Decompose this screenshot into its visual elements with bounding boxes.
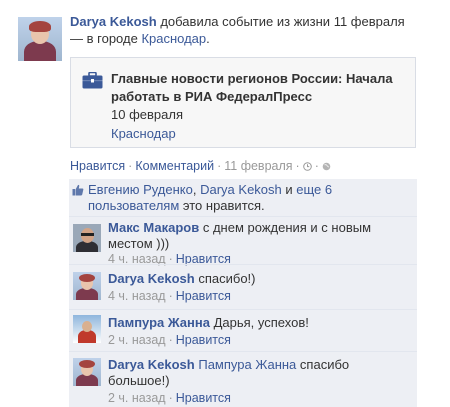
comment-like-link[interactable]: Нравится	[176, 289, 231, 303]
post-header: Darya Kekosh добавила событие из жизни 1…	[70, 14, 405, 46]
liker-link-2[interactable]: Darya Kekosh	[200, 182, 282, 197]
event-location-link[interactable]: Краснодар	[111, 125, 176, 143]
event-title[interactable]: Главные новости регионов России: Начала …	[111, 70, 411, 106]
author-link[interactable]: Darya Kekosh	[70, 14, 157, 29]
likes-text: Евгению Руденко, Darya Kekosh и еще 6 по…	[88, 182, 333, 213]
post-date: 11 февраля	[333, 14, 405, 29]
commenter-avatar[interactable]	[73, 224, 101, 252]
globe-icon[interactable]	[322, 162, 331, 171]
comment-author-link[interactable]: Пампура Жанна	[108, 315, 210, 330]
comment-meta: 2 ч. назад · Нравится	[108, 333, 231, 347]
life-event-card[interactable]: Главные новости регионов России: Начала …	[70, 57, 416, 148]
city-link[interactable]: Краснодар	[141, 31, 206, 46]
comment-like-link[interactable]: Нравится	[176, 333, 231, 347]
comment-author-link[interactable]: Darya Kekosh	[108, 271, 195, 286]
comment-item: Макс Макаров с днем рождения и с новым м…	[69, 216, 417, 266]
comment-text: Макс Макаров с днем рождения и с новым м…	[108, 220, 372, 251]
mention-link[interactable]: Пампура Жанна	[198, 357, 296, 372]
commenter-avatar[interactable]	[73, 315, 101, 343]
comment-item: Darya Kekosh Пампура Жанна спасибо больш…	[69, 351, 417, 407]
author-avatar[interactable]	[18, 17, 62, 61]
feedback-box: Евгению Руденко, Darya Kekosh и еще 6 по…	[69, 179, 417, 407]
event-date: 10 февраля	[111, 107, 183, 122]
post-action-text: добавила событие из жизни	[160, 14, 331, 29]
comment-author-link[interactable]: Darya Kekosh	[108, 357, 195, 372]
location-prefix: — в городе	[70, 31, 138, 46]
comment-time[interactable]: 2 ч. назад	[108, 391, 166, 405]
comment-meta: 4 ч. назад · Нравится	[108, 289, 231, 303]
comment-text: Darya Kekosh Пампура Жанна спасибо больш…	[108, 357, 350, 388]
like-link[interactable]: Нравится	[70, 159, 125, 173]
clock-icon	[302, 162, 312, 171]
comment-time[interactable]: 2 ч. назад	[108, 333, 166, 347]
comment-text: Darya Kekosh спасибо!)	[108, 271, 256, 286]
comment-item: Пампура Жанна Дарья, успехов! 2 ч. назад…	[69, 309, 417, 351]
liker-link-1[interactable]: Евгению Руденко	[88, 182, 193, 197]
comment-item: Darya Kekosh спасибо!) 4 ч. назад · Нравит…	[69, 264, 417, 309]
comment-text: Пампура Жанна Дарья, успехов!	[108, 315, 309, 330]
commenter-avatar[interactable]	[73, 272, 101, 300]
post-actions: Нравится · Комментарий · 11 февраля · ·	[70, 158, 331, 174]
comment-like-link[interactable]: Нравится	[176, 391, 231, 405]
thumbs-up-icon	[72, 184, 84, 196]
comment-meta: 2 ч. назад · Нравится	[108, 391, 231, 405]
comment-author-link[interactable]: Макс Макаров	[108, 220, 199, 235]
likes-row: Евгению Руденко, Darya Kekosh и еще 6 по…	[69, 179, 417, 216]
comment-link[interactable]: Комментарий	[135, 159, 214, 173]
comment-time[interactable]: 4 ч. назад	[108, 289, 166, 303]
post-timestamp[interactable]: 11 февраля	[224, 159, 292, 173]
briefcase-icon	[82, 72, 103, 89]
commenter-avatar[interactable]	[73, 358, 101, 386]
